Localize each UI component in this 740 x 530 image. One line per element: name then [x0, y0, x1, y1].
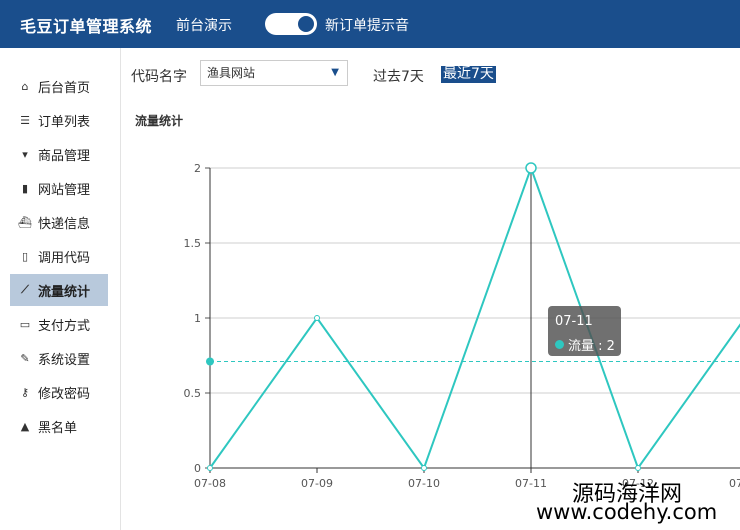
- data-point: [314, 315, 320, 321]
- tooltip-title: 07-11: [555, 314, 593, 329]
- x-tick-label: 07-13: [729, 477, 740, 490]
- x-tick-label: 07-10: [408, 477, 440, 490]
- average-line-marker: [206, 357, 214, 366]
- watermark-url: www.codehy.com: [536, 500, 718, 524]
- chart-tooltip: 07-11 流量 : 2: [548, 306, 621, 356]
- y-tick-label: 2: [194, 162, 201, 175]
- tooltip-row: 流量 : 2: [555, 335, 615, 354]
- traffic-line-chart: 00.511.5207-0807-0907-1007-1107-1207-13: [184, 162, 740, 490]
- tooltip-value: 流量 : 2: [568, 339, 615, 354]
- y-tick-label: 0: [194, 462, 201, 475]
- tooltip-series-dot: [555, 340, 564, 349]
- data-point: [635, 465, 641, 471]
- y-tick-label: 1: [194, 312, 201, 325]
- data-point: [207, 465, 213, 471]
- y-tick-label: 0.5: [184, 387, 202, 400]
- y-tick-label: 1.5: [184, 237, 202, 250]
- x-tick-label: 07-08: [194, 477, 226, 490]
- data-point: [525, 162, 537, 174]
- x-tick-label: 07-11: [515, 477, 547, 490]
- x-tick-label: 07-09: [301, 477, 333, 490]
- data-point: [421, 465, 427, 471]
